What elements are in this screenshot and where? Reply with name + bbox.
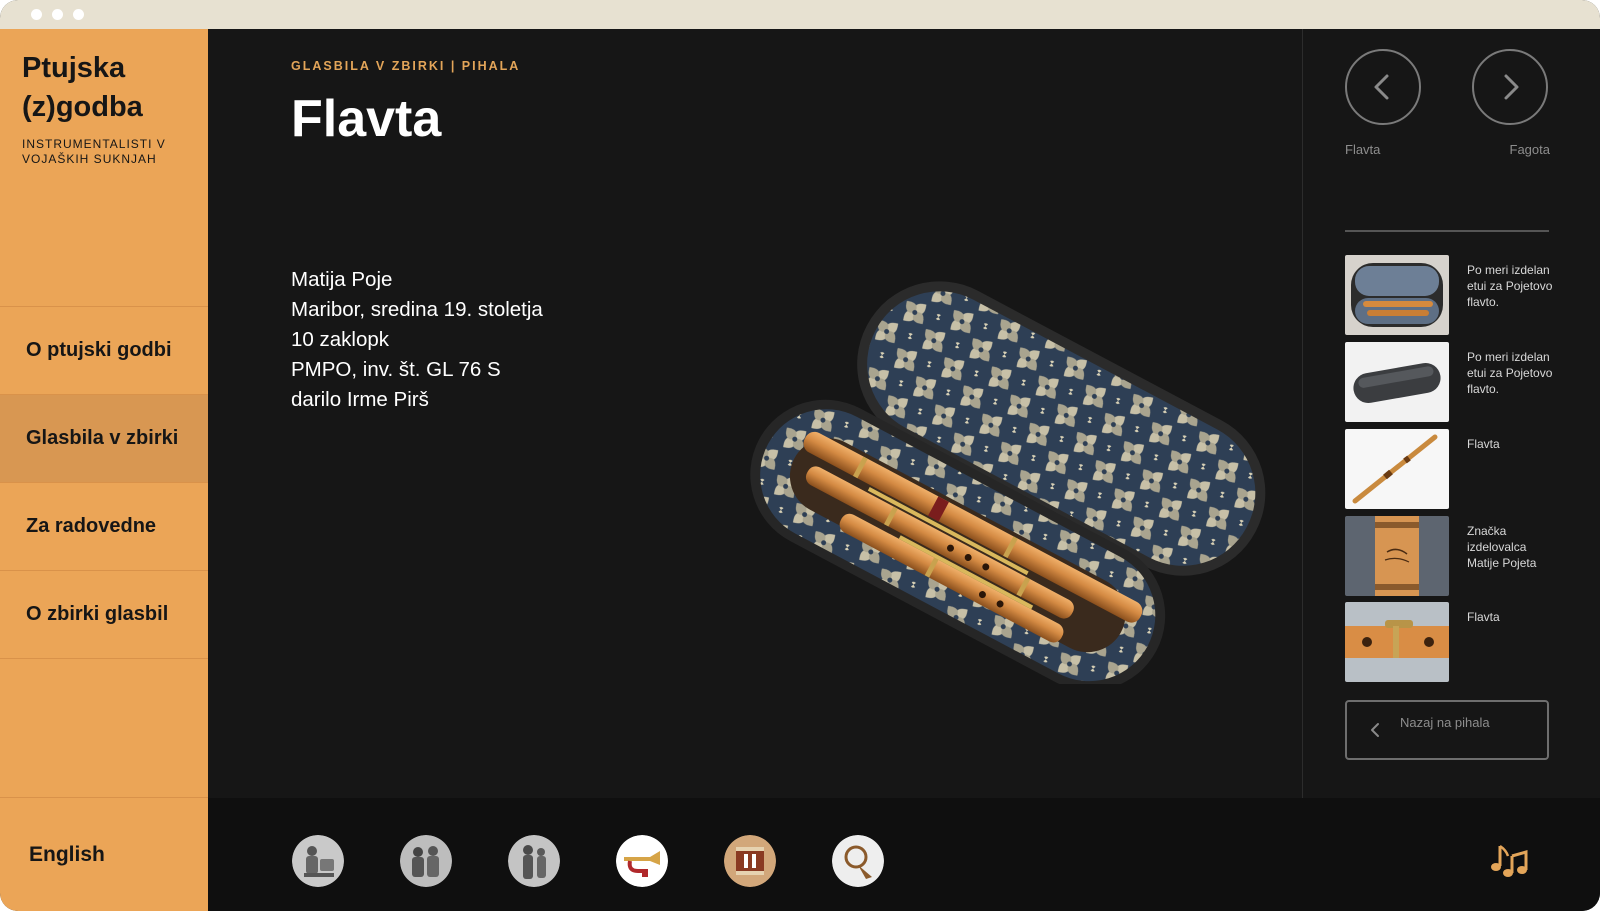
sidebar-item-za-radovedne[interactable]: Za radovedne [0, 483, 208, 571]
next-instrument-button[interactable] [1472, 49, 1548, 125]
gallery-caption: Flavta [1467, 437, 1500, 451]
detail-maker: Matija Poje [291, 268, 393, 291]
panel-divider [1345, 230, 1549, 232]
app-window: Ptujska (z)godba INSTRUMENTALISTI V VOJA… [0, 0, 1600, 911]
brand-title[interactable]: Ptujska (z)godba [22, 49, 202, 127]
instrument-photo [750, 281, 1266, 684]
chevron-left-icon [1371, 723, 1379, 737]
gallery-thumbnail [1345, 602, 1449, 682]
sidebar-item-label: Za radovedne [26, 515, 157, 537]
next-instrument-label: Fagota [1509, 142, 1550, 157]
music-notes-icon[interactable] [1490, 842, 1530, 878]
chevron-right-icon [1504, 74, 1519, 100]
sidebar: Ptujska (z)godba INSTRUMENTALISTI V VOJA… [0, 29, 208, 911]
gallery-item[interactable]: Po meri izdelan etui za Pojetovo flavto. [1345, 255, 1555, 335]
bugle-icon[interactable] [616, 835, 668, 887]
gallery-item[interactable]: Po meri izdelan etui za Pojetovo flavto. [1345, 342, 1555, 422]
sidebar-item-o-ptujski-godbi[interactable]: O ptujski godbi [0, 307, 208, 395]
sidebar-nav: O ptujski godbi Glasbila v zbirki Za rad… [0, 306, 208, 659]
gallery-caption: Po meri izdelan etui za Pojetovo flavto. [1467, 263, 1553, 309]
window-minimize-dot[interactable] [52, 9, 63, 20]
horn-icon[interactable] [832, 835, 884, 887]
band-illustration-icon[interactable] [400, 835, 452, 887]
detail-inventory: PMPO, inv. št. GL 76 S [291, 358, 501, 381]
detail-donor: darilo Irme Pirš [291, 388, 429, 411]
breadcrumb: GLASBILA V ZBIRKI | PIHALA [291, 59, 521, 73]
main-content: GLASBILA V ZBIRKI | PIHALA Flavta Matija… [208, 29, 1302, 798]
previous-instrument-button[interactable] [1345, 49, 1421, 125]
gallery-item[interactable]: Flavta [1345, 429, 1555, 509]
gallery-caption: Po meri izdelan etui za Pojetovo flavto. [1467, 350, 1553, 396]
gallery-thumbnail [1345, 429, 1449, 509]
gallery-caption: Flavta [1467, 610, 1500, 624]
window-maximize-dot[interactable] [73, 9, 84, 20]
sidebar-item-o-zbirki-glasbil[interactable]: O zbirki glasbil [0, 571, 208, 659]
gallery-caption: Značka izdelovalca Matije Pojeta [1467, 524, 1537, 570]
sidebar-item-label: Glasbila v zbirki [26, 427, 179, 449]
back-button-label: Nazaj na pihala [1400, 715, 1490, 730]
detail-origin: Maribor, sredina 19. stoletja [291, 298, 543, 321]
sidebar-item-label: O zbirki glasbil [26, 603, 169, 625]
page-title: Flavta [291, 90, 442, 148]
instrument-details: Matija Poje Maribor, sredina 19. stoletj… [291, 265, 651, 415]
gallery-item[interactable]: Značka izdelovalca Matije Pojeta [1345, 516, 1555, 596]
drum-icon[interactable] [724, 835, 776, 887]
window-close-dot[interactable] [31, 9, 42, 20]
back-to-woodwinds-button[interactable]: Nazaj na pihala [1345, 700, 1549, 760]
musicians-illustration-icon[interactable] [292, 835, 344, 887]
previous-instrument-label: Flavta [1345, 142, 1381, 157]
side-panel: Flavta Fagota Po meri izdelan etui za Po… [1302, 29, 1600, 798]
language-switch[interactable]: English [0, 797, 208, 911]
brand-subtitle: INSTRUMENTALISTI V VOJAŠKIH SUKNJAH [22, 137, 166, 166]
detail-keys: 10 zaklopk [291, 328, 390, 351]
window-titlebar [0, 0, 1600, 29]
bottom-bar [208, 798, 1600, 911]
gallery-thumbnail [1345, 516, 1449, 596]
chevron-left-icon [1374, 74, 1389, 100]
gallery-thumbnail [1345, 342, 1449, 422]
sidebar-item-glasbila-v-zbirki[interactable]: Glasbila v zbirki [0, 395, 208, 483]
sidebar-item-label: O ptujski godbi [26, 339, 172, 361]
soldier-musicians-icon[interactable] [508, 835, 560, 887]
gallery-item[interactable]: Flavta [1345, 602, 1555, 682]
gallery-thumbnail [1345, 255, 1449, 335]
